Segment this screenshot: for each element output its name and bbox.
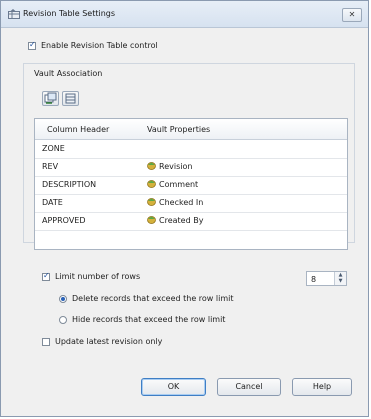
- map-property-icon: [44, 92, 57, 104]
- table-row[interactable]: DATE Checked In: [35, 194, 347, 213]
- row-vault-property: Comment: [159, 180, 199, 189]
- table-row[interactable]: APPROVED Created By: [35, 212, 347, 231]
- row-limit-value: 8: [311, 275, 317, 284]
- row-column-header: DATE: [42, 198, 63, 207]
- row-column-header: REV: [42, 162, 59, 171]
- vault-property-icon: [147, 216, 156, 224]
- row-column-header: ZONE: [42, 144, 65, 153]
- update-latest-revision-label: Update latest revision only: [55, 337, 163, 346]
- window-title: Revision Table Settings: [23, 9, 116, 18]
- title-bar: Revision Table Settings ✕: [1, 1, 368, 28]
- stepper-down-icon[interactable]: ▼: [335, 278, 346, 284]
- revision-table-settings-dialog: Revision Table Settings ✕ Enable Revisio…: [0, 0, 369, 417]
- table-row[interactable]: DESCRIPTION Comment: [35, 176, 347, 195]
- ok-button[interactable]: OK: [141, 378, 206, 396]
- table-row[interactable]: ZONE: [35, 140, 347, 159]
- vault-property-icon: [147, 180, 156, 188]
- clear-property-button[interactable]: [62, 91, 79, 106]
- map-property-button[interactable]: [42, 91, 59, 106]
- table-settings-icon: [8, 9, 20, 19]
- delete-records-radio[interactable]: [59, 295, 67, 303]
- table-row-empty[interactable]: [35, 230, 347, 248]
- delete-records-label: Delete records that exceed the row limit: [72, 294, 234, 303]
- row-vault-property: Created By: [159, 216, 204, 225]
- row-limit-stepper[interactable]: 8 ▲ ▼: [306, 271, 347, 286]
- hide-records-radio[interactable]: [59, 316, 67, 324]
- enable-revision-table-label: Enable Revision Table control: [41, 41, 158, 50]
- table-header: Column Header Vault Properties: [35, 119, 347, 140]
- vault-properties-heading: Vault Properties: [147, 125, 211, 134]
- update-latest-revision-checkbox[interactable]: [42, 338, 50, 346]
- vault-property-icon: [147, 162, 156, 170]
- row-vault-property: Checked In: [159, 198, 204, 207]
- vault-property-icon: [147, 198, 156, 206]
- close-button[interactable]: ✕: [342, 8, 362, 22]
- enable-revision-table-checkbox[interactable]: [28, 40, 36, 50]
- row-column-header: APPROVED: [42, 216, 86, 225]
- table-row[interactable]: REV Revision: [35, 158, 347, 177]
- help-button[interactable]: Help: [292, 378, 352, 396]
- limit-rows-checkbox[interactable]: [42, 271, 50, 281]
- column-header-heading: Column Header: [47, 125, 110, 134]
- row-vault-property: Revision: [159, 162, 193, 171]
- vault-association-label: Vault Association: [34, 69, 103, 78]
- hide-records-label: Hide records that exceed the row limit: [72, 315, 226, 324]
- clear-property-icon: [65, 93, 76, 104]
- limit-rows-label: Limit number of rows: [55, 272, 141, 281]
- stepper-buttons: ▲ ▼: [334, 272, 346, 285]
- cancel-button[interactable]: Cancel: [217, 378, 281, 396]
- close-icon: ✕: [348, 10, 356, 19]
- vault-association-table: Column Header Vault Properties ZONE REV …: [34, 118, 348, 250]
- row-column-header: DESCRIPTION: [42, 180, 97, 189]
